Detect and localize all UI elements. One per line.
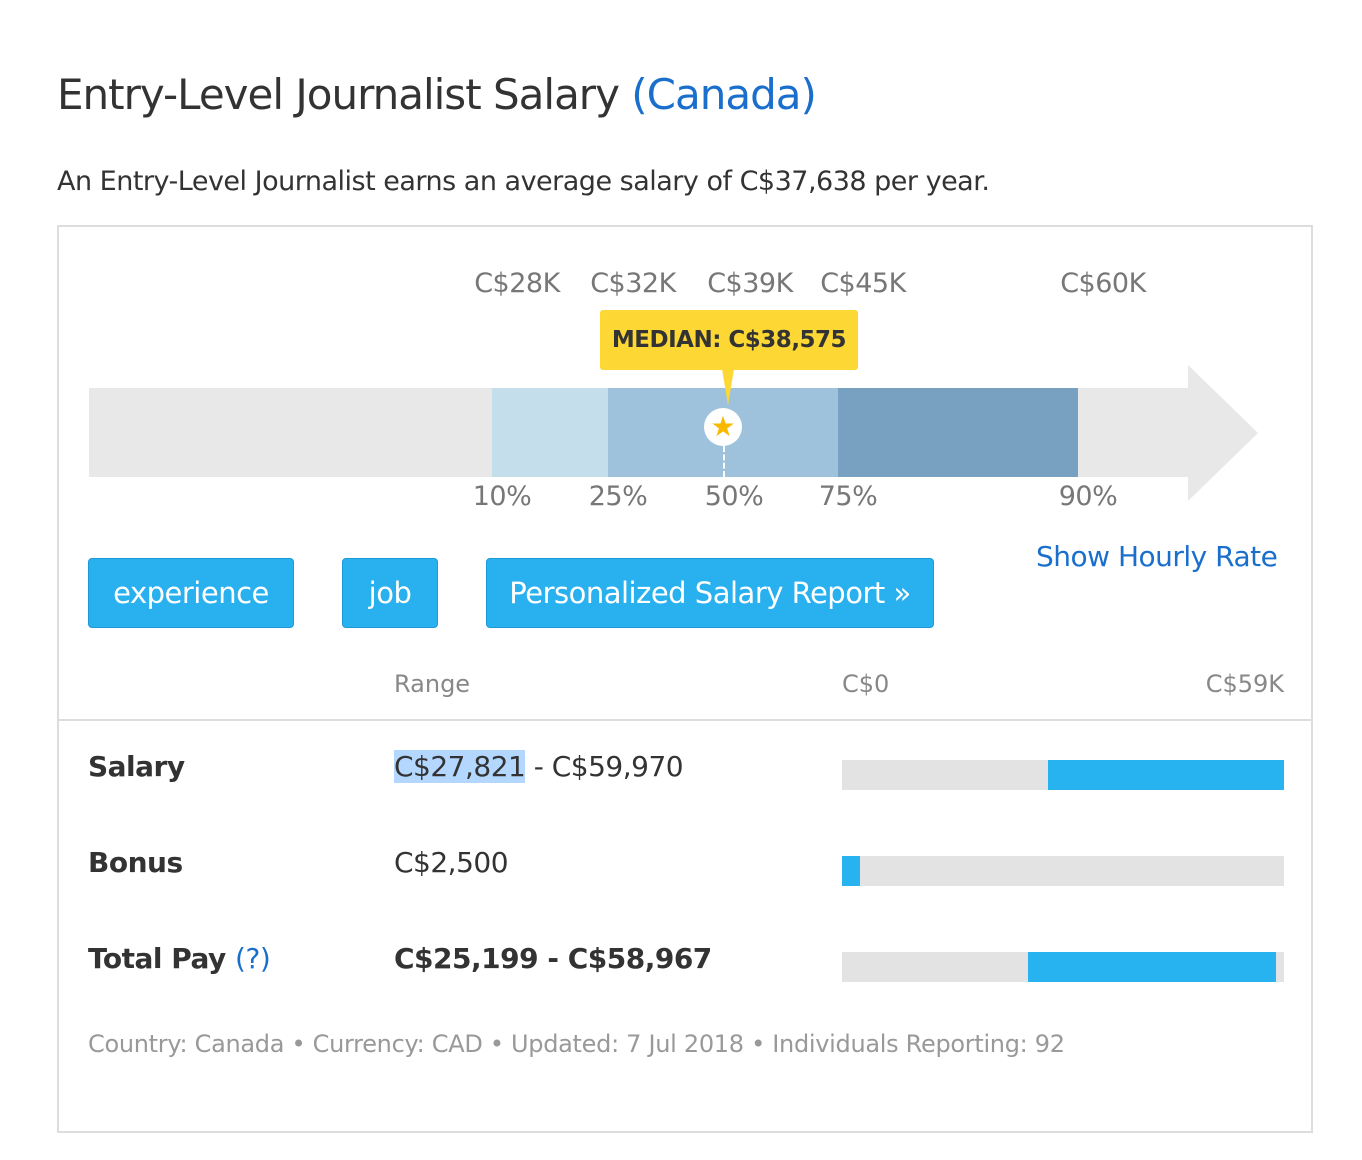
salary-label: Salary bbox=[88, 750, 185, 783]
percentile-amount-90: C$60K bbox=[1060, 268, 1146, 299]
median-line bbox=[723, 446, 725, 477]
scale-min: C$0 bbox=[842, 670, 890, 698]
show-hourly-rate-link[interactable]: Show Hourly Rate bbox=[1036, 540, 1278, 573]
total-pay-bar bbox=[842, 952, 1284, 982]
tooltip-pointer bbox=[722, 369, 734, 405]
page-title: Entry-Level Journalist Salary (Canada) bbox=[57, 70, 817, 119]
percentile-label-75: 75% bbox=[818, 481, 878, 512]
percentile-amount-10: C$28K bbox=[474, 268, 560, 299]
salary-report-button[interactable]: Personalized Salary Report » bbox=[486, 558, 934, 628]
percentile-label-10: 10% bbox=[472, 481, 532, 512]
median-tooltip: MEDIAN: C$38,575 bbox=[600, 310, 858, 370]
percentile-label-50: 50% bbox=[704, 481, 764, 512]
segment-10-25 bbox=[492, 388, 608, 477]
bonus-bar bbox=[842, 856, 1284, 886]
footer-meta: Country: Canada • Currency: CAD • Update… bbox=[88, 1030, 1065, 1058]
bonus-bar-fill bbox=[842, 856, 860, 886]
percentile-amount-50: C$39K bbox=[707, 268, 793, 299]
percentile-label-90: 90% bbox=[1058, 481, 1118, 512]
job-button[interactable]: job bbox=[342, 558, 438, 628]
range-header: Range bbox=[394, 670, 471, 698]
arrow-head bbox=[1188, 365, 1258, 501]
bonus-label: Bonus bbox=[88, 846, 183, 879]
divider bbox=[57, 719, 1313, 721]
segment-75-90 bbox=[838, 388, 1078, 477]
salary-high: C$59,970 bbox=[551, 750, 684, 783]
scale-max: C$59K bbox=[1205, 670, 1284, 698]
salary-bar bbox=[842, 760, 1284, 790]
total-pay-bar-fill bbox=[1027, 952, 1277, 982]
total-pay-text: Total Pay bbox=[88, 942, 226, 975]
experience-button[interactable]: experience bbox=[88, 558, 294, 628]
title-text: Entry-Level Journalist Salary bbox=[57, 70, 620, 119]
bonus-value: C$2,500 bbox=[394, 846, 509, 879]
percentile-amount-75: C$45K bbox=[820, 268, 906, 299]
country-link[interactable]: (Canada) bbox=[631, 70, 817, 119]
total-pay-value: C$25,199 - C$58,967 bbox=[394, 942, 712, 975]
salary-bar-fill bbox=[1047, 760, 1284, 790]
range-separator: - bbox=[525, 750, 552, 783]
star-icon: ★ bbox=[704, 408, 742, 446]
percentile-amount-25: C$32K bbox=[590, 268, 676, 299]
total-pay-label: Total Pay (?) bbox=[88, 942, 271, 975]
salary-range: C$27,821 - C$59,970 bbox=[394, 750, 684, 783]
summary-text: An Entry-Level Journalist earns an avera… bbox=[57, 166, 990, 197]
salary-low: C$27,821 bbox=[394, 750, 526, 783]
total-pay-help-link[interactable]: ? bbox=[245, 942, 260, 975]
percentile-label-25: 25% bbox=[588, 481, 648, 512]
